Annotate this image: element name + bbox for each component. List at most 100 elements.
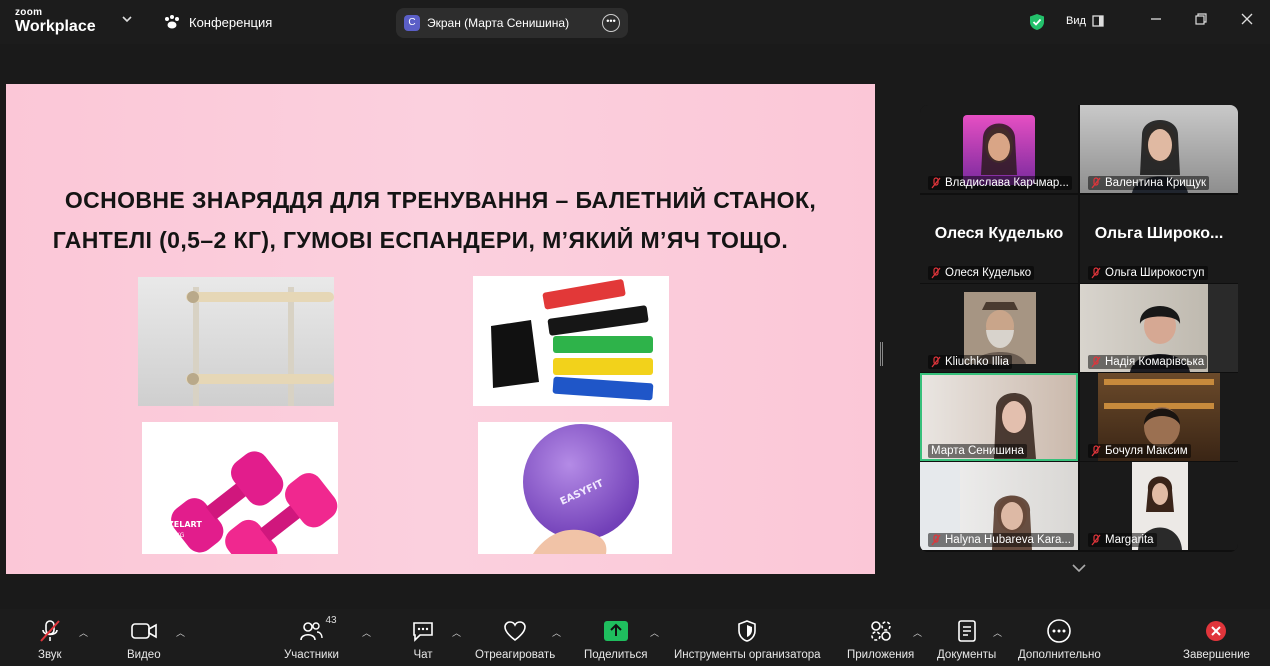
participant-tile[interactable]: Бочуля Максим — [1080, 373, 1238, 461]
video-camera-icon — [130, 623, 157, 639]
participant-display-name: Ольга Широко... — [1094, 225, 1224, 242]
docs-options-caret-icon[interactable]: ︿ — [993, 626, 1002, 639]
meeting-info-button[interactable]: Конференция — [163, 14, 272, 30]
soft-ball-image: EASYFIT — [478, 422, 672, 554]
participant-tile[interactable]: Kliuchko Illia — [920, 284, 1078, 372]
muted-mic-icon — [1091, 534, 1101, 546]
more-button[interactable]: Дополнительно — [1018, 617, 1101, 661]
top-bar: zoom Workplace Конференция С Экран (Март… — [0, 0, 1270, 44]
slide-title-line-2: ГАНТЕЛІ (0,5–2 КГ), ГУМОВІ ЕСПАНДЕРИ, М’… — [52, 227, 789, 253]
audio-button[interactable]: Звук — [38, 617, 62, 661]
video-options-caret-icon[interactable]: ︿ — [176, 626, 185, 639]
minimize-icon[interactable] — [1150, 12, 1162, 28]
apps-options-caret-icon[interactable]: ︿ — [913, 626, 922, 639]
muted-mic-icon — [1091, 177, 1101, 189]
active-speaker-tile[interactable]: Марта Сенишина — [920, 373, 1078, 461]
docs-button[interactable]: Документы — [937, 617, 996, 661]
video-label: Видео — [127, 649, 161, 661]
participant-name-label: Надія Комарівська — [1088, 355, 1208, 369]
video-button[interactable]: Видео — [127, 617, 161, 661]
dumbbell-brand-text: ZELART — [168, 520, 202, 529]
panel-resize-handle[interactable] — [880, 342, 883, 366]
more-icon — [1047, 619, 1072, 643]
participant-name-label: Владислава Карчмар... — [928, 176, 1072, 190]
participants-options-caret-icon[interactable]: ︿ — [362, 626, 371, 639]
participant-name-label: Бочуля Максим — [1088, 444, 1191, 458]
react-button[interactable]: Отреагировать — [475, 617, 555, 661]
muted-mic-icon — [931, 356, 941, 368]
participant-name-label: Halyna Hubareva Kara... — [928, 533, 1074, 547]
apps-button[interactable]: Приложения — [847, 617, 914, 661]
chat-button[interactable]: Чат — [411, 617, 435, 661]
participant-tile[interactable]: Владислава Карчмар... — [920, 105, 1078, 193]
participants-button[interactable]: 43 Участники — [284, 615, 339, 661]
heart-icon — [504, 621, 526, 642]
participant-display-name: Олеся Куделько — [934, 225, 1064, 242]
participant-gallery: Владислава Карчмар... Валентина Крищук О… — [920, 105, 1238, 552]
participant-tile[interactable]: Надія Комарівська — [1080, 284, 1238, 372]
close-icon[interactable] — [1241, 12, 1253, 28]
participant-name-label: Margarita — [1088, 533, 1157, 547]
muted-mic-icon — [1091, 445, 1101, 457]
participant-name: Kliuchko Illia — [945, 356, 1009, 368]
apps-icon — [870, 621, 891, 641]
react-options-caret-icon[interactable]: ︿ — [552, 626, 561, 639]
host-tools-label: Инструменты организатора — [674, 649, 821, 661]
ballet-barre-image — [138, 277, 334, 406]
grid-view-icon — [1092, 15, 1104, 27]
screen-share-pill[interactable]: С Экран (Марта Сенишина) ••• — [396, 8, 628, 38]
end-meeting-button[interactable]: Завершение — [1183, 617, 1250, 661]
view-label: Вид — [1066, 15, 1086, 27]
participant-name: Бочуля Максим — [1105, 445, 1188, 457]
security-shield-icon[interactable] — [1029, 13, 1045, 36]
share-screen-button[interactable]: Поделиться — [584, 617, 648, 661]
document-icon — [957, 620, 976, 642]
view-button[interactable]: Вид — [1066, 15, 1104, 27]
share-label: Поделиться — [584, 649, 648, 661]
participant-tile[interactable]: Margarita — [1080, 462, 1238, 550]
restore-icon[interactable] — [1195, 12, 1207, 28]
participant-name: Halyna Hubareva Kara... — [945, 534, 1071, 546]
share-options-caret-icon[interactable]: ︿ — [650, 626, 659, 639]
participant-tile[interactable]: Halyna Hubareva Kara... — [920, 462, 1078, 550]
end-label: Завершение — [1183, 649, 1250, 661]
participant-tile[interactable]: Валентина Крищук — [1080, 105, 1238, 193]
participant-name-label: Kliuchko Illia — [928, 355, 1012, 369]
participant-name: Ольга Широкоступ — [1105, 267, 1205, 279]
chat-options-caret-icon[interactable]: ︿ — [452, 626, 461, 639]
participant-name: Марта Сенишина — [931, 445, 1024, 457]
muted-mic-icon — [931, 534, 941, 546]
docs-label: Документы — [937, 649, 997, 661]
audio-options-caret-icon[interactable]: ︿ — [79, 626, 88, 639]
audio-label: Звук — [38, 649, 62, 661]
paw-icon — [165, 15, 179, 29]
screen-share-label: Экран (Марта Сенишина) — [427, 16, 570, 30]
muted-mic-icon — [40, 620, 60, 642]
shield-icon — [738, 620, 757, 642]
logo-big-text: Workplace — [15, 18, 96, 35]
muted-mic-icon — [1091, 267, 1101, 279]
more-options-icon[interactable]: ••• — [602, 14, 620, 32]
meeting-label: Конференция — [189, 14, 273, 30]
participant-name: Валентина Крищук — [1105, 177, 1207, 189]
participant-tile[interactable]: Ольга Широко... Ольга Широкоступ — [1080, 195, 1238, 283]
muted-mic-icon — [931, 267, 941, 279]
meeting-toolbar: Звук ︿ Видео ︿ 43 Участники ︿ Чат ︿ Отре… — [0, 609, 1270, 666]
participant-name: Владислава Карчмар... — [945, 177, 1069, 189]
dumbbells-image: ZELART 2KG — [142, 422, 338, 554]
dumbbell-weight-text: 2KG — [172, 532, 185, 539]
chevron-down-icon[interactable] — [122, 14, 132, 26]
host-tools-button[interactable]: Инструменты организатора — [674, 617, 821, 661]
gallery-next-page-icon[interactable] — [1072, 560, 1086, 576]
participant-name: Надія Комарівська — [1105, 356, 1205, 368]
slide-title: ОСНОВНЕ ЗНАРЯДДЯ ДЛЯ ТРЕНУВАННЯ – БАЛЕТН… — [6, 180, 875, 260]
participant-name-label: Марта Сенишина — [928, 444, 1027, 458]
participant-name: Олеся Куделько — [945, 267, 1032, 279]
zoom-logo: zoom Workplace — [15, 8, 96, 35]
participant-name-label: Ольга Широкоступ — [1088, 266, 1208, 280]
participant-tile[interactable]: Олеся Куделько Олеся Куделько — [920, 195, 1078, 283]
slide-title-line-1: ОСНОВНЕ ЗНАРЯДДЯ ДЛЯ ТРЕНУВАННЯ – БАЛЕТН… — [64, 187, 817, 213]
participants-label: Участники — [284, 649, 339, 661]
participant-name-label: Валентина Крищук — [1088, 176, 1210, 190]
avatar — [963, 115, 1035, 185]
